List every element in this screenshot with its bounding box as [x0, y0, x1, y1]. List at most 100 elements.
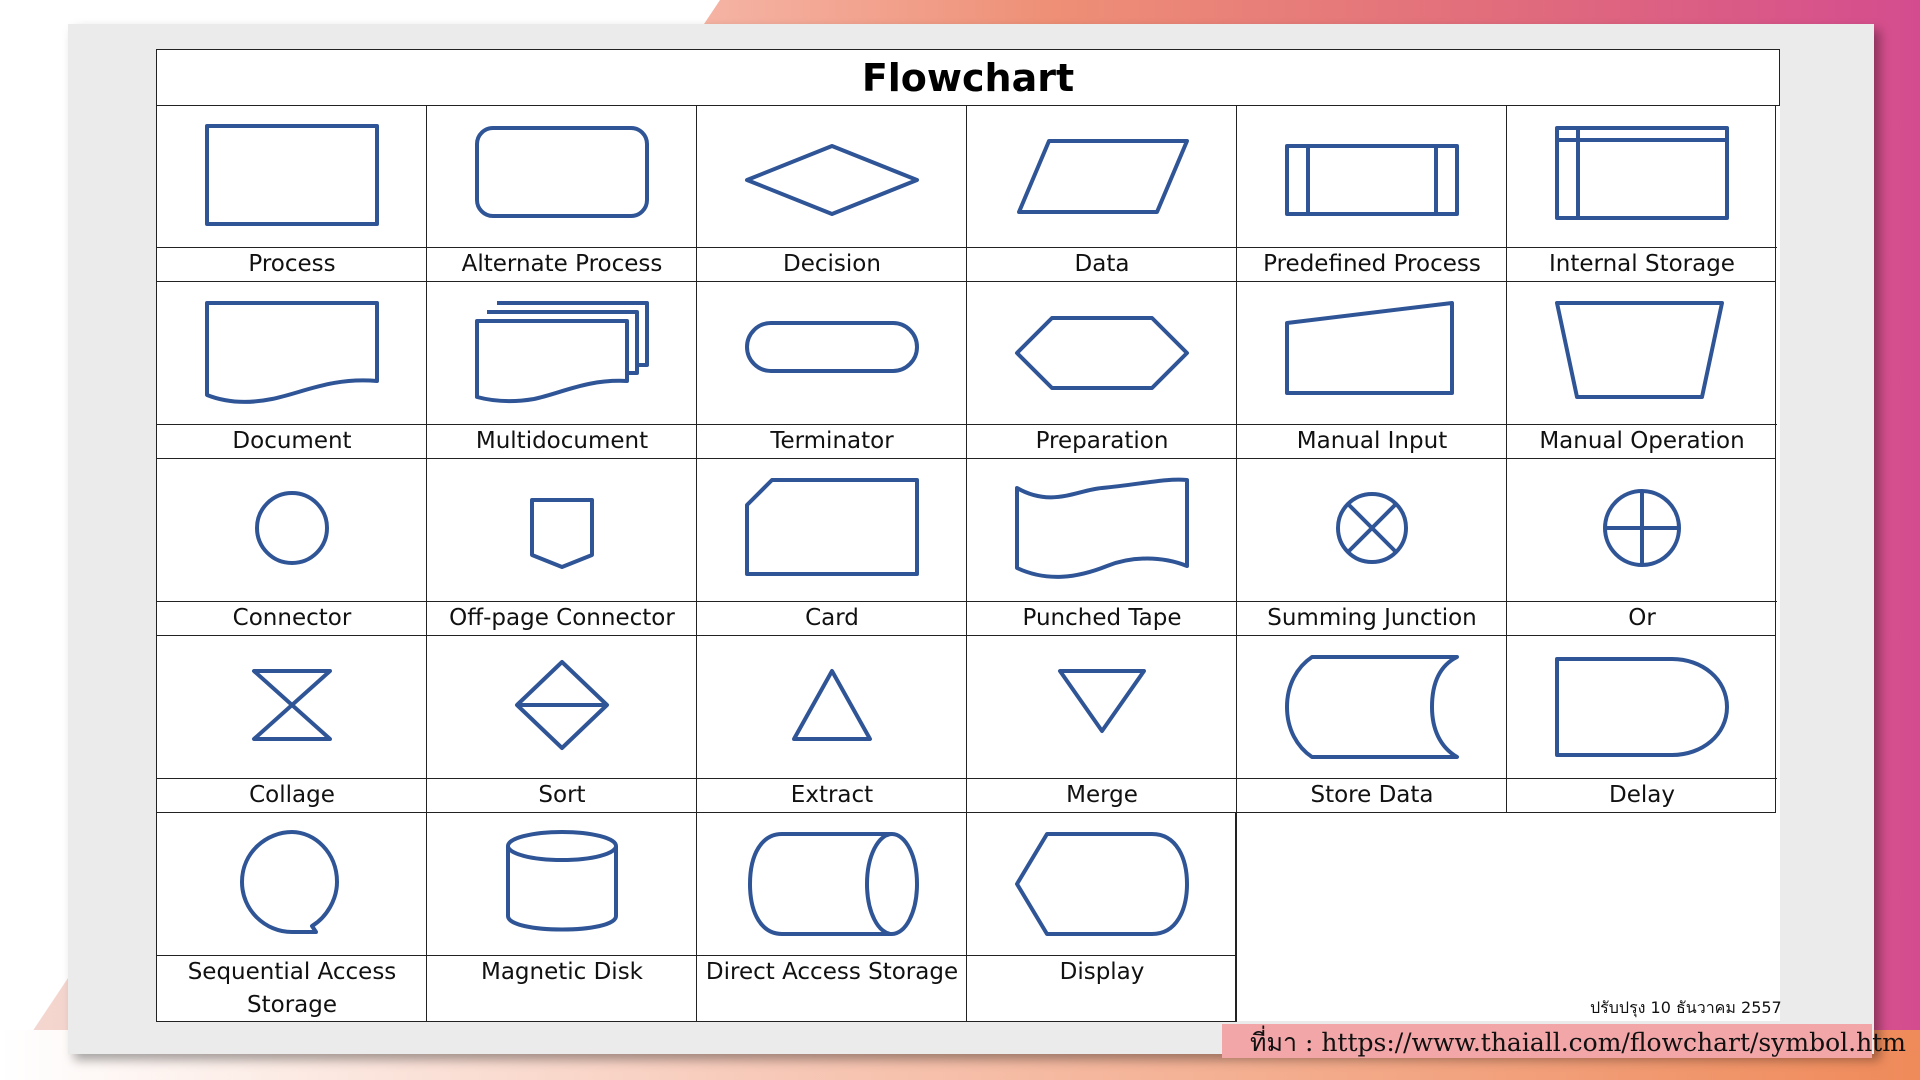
symbol-shape-area — [1507, 105, 1777, 248]
punched-tape-icon — [1015, 477, 1189, 579]
source-credit: ที่มา : https://www.thaiall.com/flowchar… — [1250, 1028, 1906, 1057]
symbol-cell: Direct Access Storage — [696, 813, 967, 1022]
symbol-cell: Terminator — [696, 282, 967, 459]
symbol-cell: Document — [156, 282, 427, 459]
alternate-process-icon — [475, 126, 649, 218]
symbol-label: Manual Input — [1296, 428, 1448, 454]
direct-access-storage-icon — [748, 832, 919, 936]
symbol-cell: Data — [966, 105, 1237, 282]
update-note: ปรับปรุง 10 ธันวาคม 2557 — [1590, 998, 1782, 1017]
symbol-cell: Summing Junction — [1236, 459, 1507, 636]
symbol-cell: Punched Tape — [966, 459, 1237, 636]
symbol-shape-area — [1237, 105, 1507, 248]
symbol-shape-area — [967, 105, 1237, 248]
symbol-shape-area — [697, 459, 967, 602]
symbol-cell: Preparation — [966, 282, 1237, 459]
symbol-label: Card — [805, 605, 859, 631]
symbol-cell: Process — [156, 105, 427, 282]
sort-icon — [515, 660, 609, 750]
symbol-label: Sequential Access Storage — [187, 959, 397, 1018]
symbol-shape-area — [967, 813, 1237, 956]
data-icon — [1017, 139, 1189, 214]
symbol-label: Store Data — [1310, 782, 1434, 808]
symbol-shape-area — [157, 813, 427, 956]
flowchart-symbol-table: Flowchart Process Alternate Process Decisi… — [156, 49, 1780, 1022]
decision-icon — [745, 144, 919, 216]
symbol-shape-area — [157, 105, 427, 248]
symbol-cell: Collage — [156, 636, 427, 813]
symbol-shape-area — [967, 459, 1237, 602]
symbol-cell: Predefined Process — [1236, 105, 1507, 282]
multidocument-icon — [475, 301, 649, 404]
symbol-cell: Alternate Process — [426, 105, 697, 282]
store-data-icon — [1285, 655, 1459, 759]
symbol-shape-area — [967, 282, 1237, 425]
symbol-cell: Magnetic Disk — [426, 813, 697, 1022]
symbol-shape-area — [157, 459, 427, 602]
symbol-cell: Card — [696, 459, 967, 636]
summing-junction-icon — [1336, 492, 1408, 564]
symbol-label: Internal Storage — [1549, 251, 1735, 277]
symbol-shape-area — [1507, 282, 1777, 425]
symbol-label: Predefined Process — [1263, 251, 1481, 277]
symbol-label: Multidocument — [475, 428, 649, 454]
symbol-cell: Store Data — [1236, 636, 1507, 813]
symbol-cell: Sort — [426, 636, 697, 813]
symbol-label: Collage — [249, 782, 335, 808]
symbol-label: Magnetic Disk — [480, 959, 644, 985]
manual-operation-icon — [1555, 301, 1724, 399]
symbol-shape-area — [697, 105, 967, 248]
symbol-label: Direct Access Storage — [705, 959, 959, 985]
symbol-label: Manual Operation — [1539, 428, 1745, 454]
predefined-process-icon — [1285, 144, 1459, 216]
symbol-shape-area — [157, 282, 427, 425]
symbol-label: Or — [1628, 605, 1656, 631]
symbol-label: Document — [232, 428, 352, 454]
symbol-shape-area — [427, 636, 697, 779]
merge-icon — [1058, 669, 1146, 733]
card-icon — [745, 478, 919, 576]
symbol-label: Decision — [783, 251, 881, 277]
symbol-label: Alternate Process — [461, 251, 663, 277]
magnetic-disk-icon — [506, 830, 618, 932]
sequential-access-storage-icon — [240, 830, 339, 934]
display-icon — [1015, 832, 1189, 936]
delay-icon — [1555, 657, 1729, 757]
symbol-cell: Connector — [156, 459, 427, 636]
document-icon — [205, 301, 379, 404]
process-icon — [205, 124, 379, 226]
symbol-cell: Sequential Access Storage — [156, 813, 427, 1022]
symbol-shape-area — [427, 282, 697, 425]
symbol-shape-area — [697, 813, 967, 956]
symbol-label: Connector — [232, 605, 352, 631]
symbol-shape-area — [427, 105, 697, 248]
symbol-cell: Merge — [966, 636, 1237, 813]
symbol-shape-area — [1237, 459, 1507, 602]
symbol-shape-area — [1507, 459, 1777, 602]
symbol-cell: Delay — [1506, 636, 1777, 813]
symbol-label: Terminator — [770, 428, 894, 454]
symbol-label: Summing Junction — [1267, 605, 1477, 631]
symbol-cell: Manual Operation — [1506, 282, 1777, 459]
symbol-shape-area — [157, 636, 427, 779]
symbol-label: Delay — [1609, 782, 1675, 808]
symbol-grid: Process Alternate Process Decision Data Pred… — [156, 105, 1777, 1022]
symbol-label: Process — [248, 251, 336, 277]
symbol-cell: Off-page Connector — [426, 459, 697, 636]
symbol-label: Data — [1074, 251, 1130, 277]
symbol-label: Sort — [538, 782, 586, 808]
symbol-shape-area — [1237, 636, 1507, 779]
symbol-cell: Extract — [696, 636, 967, 813]
symbol-cell: Decision — [696, 105, 967, 282]
symbol-cell: Or — [1506, 459, 1777, 636]
internal-storage-icon — [1555, 126, 1729, 220]
empty-cell — [1506, 813, 1776, 1022]
symbol-label: Off-page Connector — [449, 605, 675, 631]
manual-input-icon — [1285, 301, 1454, 395]
symbol-shape-area — [967, 636, 1237, 779]
symbol-shape-area — [697, 282, 967, 425]
page-title: Flowchart — [156, 49, 1780, 106]
terminator-icon — [745, 321, 919, 373]
symbol-shape-area — [1507, 636, 1777, 779]
connector-icon — [255, 491, 329, 565]
